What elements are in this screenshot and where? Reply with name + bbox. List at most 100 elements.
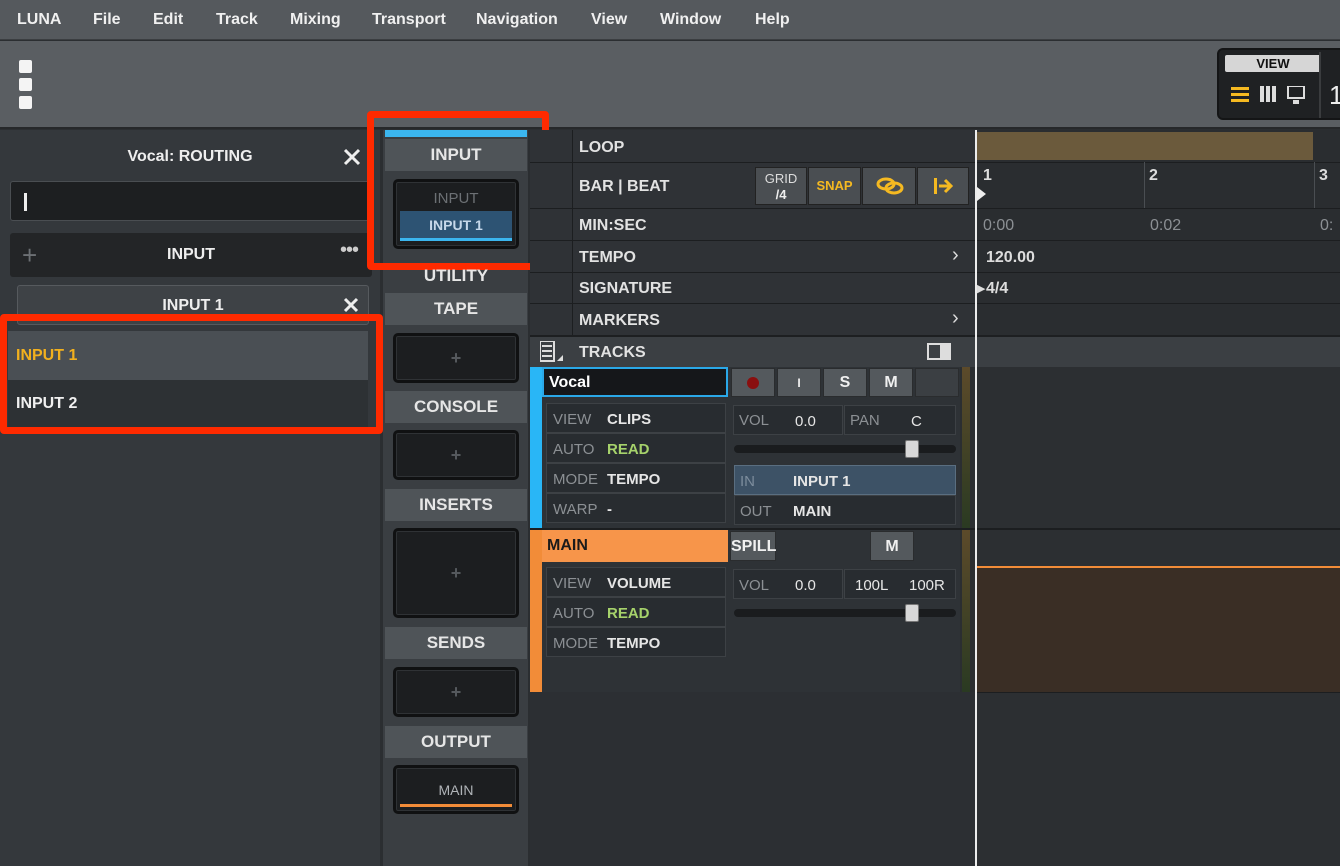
mute-button[interactable]: M [870,531,914,561]
time-label: 0:02 [1150,217,1182,234]
panel-toggle-icon[interactable] [19,60,32,73]
spill-button[interactable]: SPILL [730,531,776,561]
menu-mixing[interactable]: Mixing [290,11,341,29]
chevron-right-icon[interactable]: › [952,244,959,267]
loop-row-label: LOOP [579,139,625,156]
panel-toggle-icon[interactable] [19,96,32,109]
routing-category-label: INPUT [167,246,215,263]
add-icon: + [450,445,462,465]
mixer-view-icon[interactable] [1259,86,1277,104]
record-arm-button[interactable] [731,368,775,397]
menu-help[interactable]: Help [755,11,790,29]
main-automation-lane[interactable] [977,566,1340,692]
solo-button[interactable]: S [823,368,867,397]
auto-value[interactable]: READ [607,441,650,458]
remove-icon[interactable] [343,297,359,313]
routing-title: Vocal: ROUTING [127,148,253,165]
volume-fader[interactable] [734,604,956,622]
follow-button[interactable] [917,167,969,205]
empty-track-area[interactable] [530,692,976,866]
inserts-slot[interactable]: + [393,528,519,618]
track-name-field[interactable]: MAIN [542,530,728,562]
view-selector: VIEW 1 [1217,48,1340,120]
more-options-icon[interactable]: ••• [340,239,359,262]
view-value[interactable]: CLIPS [607,411,651,428]
warp-key: WARP [553,501,598,518]
menu-file[interactable]: File [93,11,121,29]
arrow-right-icon [934,178,954,194]
markers-row-label: MARKERS [579,312,660,329]
output-slot[interactable]: MAIN [393,765,519,814]
inserts-section-header: INSERTS [385,489,527,521]
tracks-bar: TRACKS [530,335,1340,367]
signature-value[interactable]: 4/4 [986,280,1008,298]
search-input[interactable] [10,181,372,221]
in-value[interactable]: INPUT 1 [793,473,851,490]
link-button[interactable] [862,167,916,205]
level-meter [962,367,970,528]
vol-value[interactable]: 0.0 [795,577,816,594]
loop-region[interactable] [977,132,1313,160]
view-value[interactable]: VOLUME [607,575,671,592]
tracks-view-icon[interactable] [1231,86,1249,104]
mode-key: MODE [553,471,598,488]
menu-view[interactable]: View [591,11,627,29]
editor-view-icon[interactable] [1287,86,1305,106]
view-label: VIEW [1225,55,1321,72]
menu-transport[interactable]: Transport [372,11,446,29]
volume-fader[interactable] [734,440,956,458]
chevron-right-icon[interactable]: › [952,307,959,330]
signature-row-label: SIGNATURE [579,280,673,297]
snap-button[interactable]: SNAP [808,167,861,205]
mute-button[interactable]: M [869,368,913,397]
split-view-icon[interactable] [927,343,951,361]
menu-bar: LUNA File Edit Track Mixing Transport Na… [0,0,1340,40]
track-color-bar [530,367,542,528]
text-cursor [24,193,27,211]
auto-key: AUTO [553,441,595,458]
panel-toggle-icon[interactable] [19,78,32,91]
pan-value[interactable]: C [911,413,922,430]
view-key: VIEW [553,575,592,592]
mode-value[interactable]: TEMPO [607,635,660,652]
warp-value[interactable]: - [607,501,612,518]
pan-right-value[interactable]: 100R [909,577,945,594]
out-key: OUT [740,503,772,520]
vol-value[interactable]: 0.0 [795,413,816,430]
menu-window[interactable]: Window [660,11,721,29]
in-key: IN [740,473,755,490]
track-name-field[interactable]: Vocal [542,367,728,397]
tape-slot[interactable]: + [393,333,519,383]
pan-left-value[interactable]: 100L [855,577,888,594]
utility-section-header: UTILITY [423,266,489,285]
out-value[interactable]: MAIN [793,503,831,520]
mode-value[interactable]: TEMPO [607,471,660,488]
close-icon[interactable] [343,148,361,166]
menu-track[interactable]: Track [216,11,258,29]
view-key: VIEW [553,411,592,428]
fader-knob[interactable] [905,440,919,458]
bar-number: 1 [983,167,992,184]
time-label: 0: [1320,217,1334,234]
playhead-line [975,130,977,866]
track-color-bar [530,530,542,692]
output-slot-value: MAIN [438,782,474,798]
add-icon: + [450,563,462,583]
auto-value[interactable]: READ [607,605,650,622]
marker-arrow-icon: ▶ [977,283,986,295]
time-label: 0:00 [983,217,1015,234]
add-icon: + [450,682,462,702]
tempo-value[interactable]: 120.00 [986,249,1035,267]
playhead-marker-icon[interactable] [977,187,987,201]
menu-navigation[interactable]: Navigation [476,11,558,29]
grid-button[interactable]: GRID /4 [755,167,807,205]
menu-luna[interactable]: LUNA [17,11,61,29]
fader-knob[interactable] [905,604,919,622]
sends-slot[interactable]: + [393,667,519,717]
min-sec-row-label: MIN:SEC [579,217,647,234]
menu-edit[interactable]: Edit [153,11,183,29]
extra-button[interactable] [915,368,959,397]
console-slot[interactable]: + [393,430,519,480]
input-monitor-button[interactable]: I [777,368,821,397]
track-list-menu-icon[interactable] [540,341,564,365]
